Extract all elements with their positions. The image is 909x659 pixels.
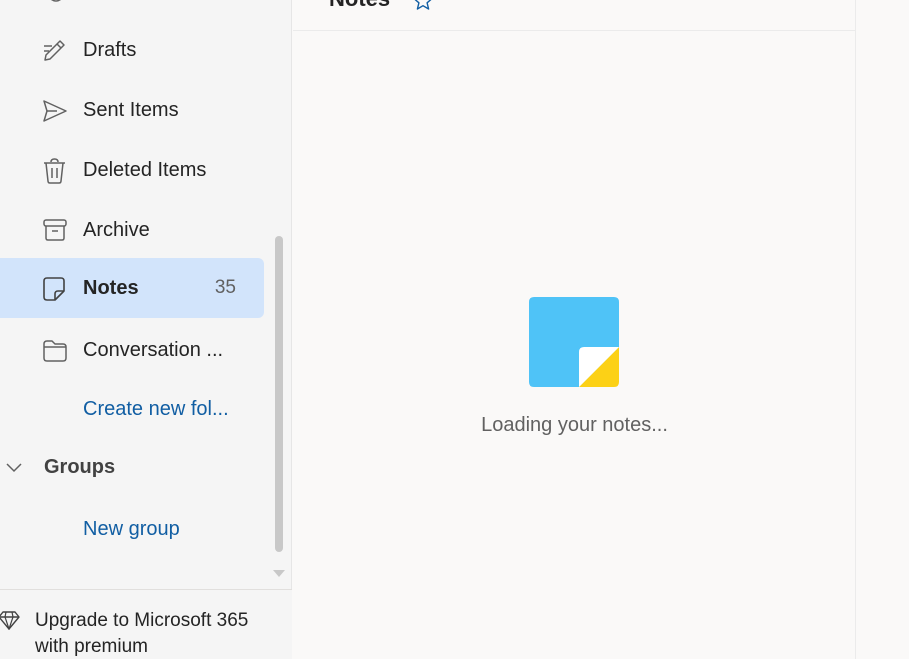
folder-label: Notes (83, 276, 139, 299)
notes-header: Notes (293, 0, 856, 31)
folder-sent-items[interactable]: Sent Items (0, 80, 264, 140)
folder-label: Archive (83, 218, 150, 241)
loading-message: Loading your notes... (481, 414, 668, 436)
upgrade-text: Upgrade to Microsoft 365 with premium (35, 610, 249, 657)
folder-conversation-history[interactable]: Conversation ... (0, 320, 264, 380)
trash-icon (41, 158, 69, 184)
archive-icon (41, 218, 69, 244)
folder-label: Deleted Items (83, 158, 207, 181)
pencil-icon (41, 38, 69, 64)
sticky-note-illustration (529, 297, 619, 387)
groups-label: Groups (44, 456, 116, 478)
page-title: Notes (329, 0, 390, 12)
send-icon (41, 98, 69, 124)
scroll-down-arrow[interactable] (273, 570, 285, 577)
folder-deleted-items[interactable]: Deleted Items (0, 140, 264, 200)
diamond-icon (0, 610, 20, 631)
folder-drafts[interactable]: Drafts (0, 20, 264, 80)
notes-pane: Notes Loading your notes... (293, 0, 856, 659)
folder-icon (41, 338, 69, 364)
upgrade-banner[interactable]: Upgrade to Microsoft 365 with premium (0, 589, 292, 659)
groups-header[interactable]: Groups (0, 448, 264, 488)
folder-label: Drafts (83, 38, 137, 61)
star-icon[interactable] (412, 0, 434, 12)
new-group-link[interactable]: New group (83, 518, 180, 541)
scrollbar-thumb[interactable] (275, 236, 283, 552)
reading-pane (857, 0, 909, 659)
folder-label: Conversation ... (83, 338, 224, 361)
inbox-icon (44, 0, 68, 2)
outlook-app: Drafts Sent Items Deleted Items Archive … (0, 0, 909, 659)
unread-count: 35 (214, 277, 236, 298)
create-new-folder-link[interactable]: Create new fol... (83, 398, 229, 421)
chevron-down-icon (6, 460, 22, 476)
folder-label: Sent Items (83, 98, 179, 121)
folder-notes[interactable]: Notes 35 (0, 258, 264, 318)
note-icon (41, 276, 69, 302)
folder-pane: Drafts Sent Items Deleted Items Archive … (0, 0, 292, 659)
folder-archive[interactable]: Archive (0, 200, 264, 260)
